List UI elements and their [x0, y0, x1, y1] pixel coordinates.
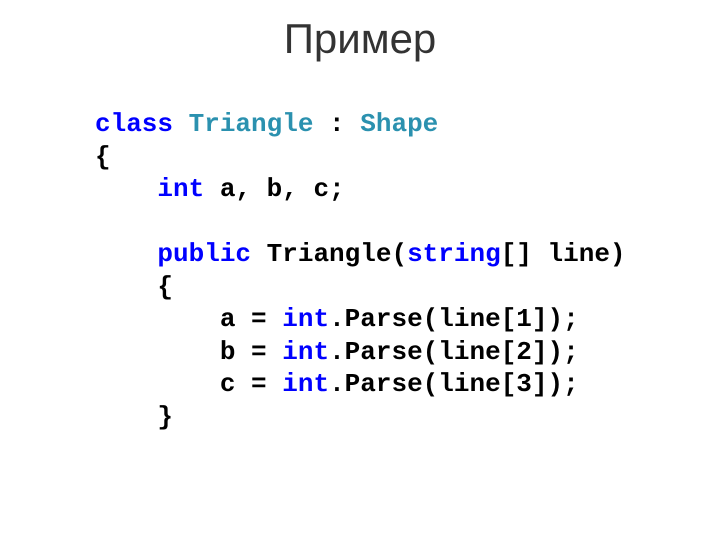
keyword-int-fields: int	[157, 174, 204, 204]
keyword-public: public	[157, 239, 251, 269]
ctor-name: Triangle(	[251, 239, 407, 269]
fields-decl: a, b, c;	[204, 174, 344, 204]
slide-title: Пример	[40, 15, 680, 63]
brace-open-2: {	[157, 272, 173, 302]
keyword-int-b: int	[282, 337, 329, 367]
assign-b: b =	[220, 337, 282, 367]
assign-c: c =	[220, 369, 282, 399]
type-triangle: Triangle	[189, 109, 314, 139]
code-block: class Triangle : Shape { int a, b, c; pu…	[40, 108, 680, 433]
brace-close-2: }	[157, 402, 173, 432]
type-shape: Shape	[360, 109, 438, 139]
keyword-class: class	[95, 109, 173, 139]
assign-a: a =	[220, 304, 282, 334]
parse-a: .Parse(line[1]);	[329, 304, 579, 334]
colon: :	[313, 109, 360, 139]
parse-b: .Parse(line[2]);	[329, 337, 579, 367]
keyword-int-a: int	[282, 304, 329, 334]
parse-c: .Parse(line[3]);	[329, 369, 579, 399]
ctor-params: [] line)	[501, 239, 626, 269]
keyword-int-c: int	[282, 369, 329, 399]
keyword-string: string	[407, 239, 501, 269]
brace-open-1: {	[95, 142, 111, 172]
slide-container: Пример class Triangle : Shape { int a, b…	[0, 0, 720, 540]
